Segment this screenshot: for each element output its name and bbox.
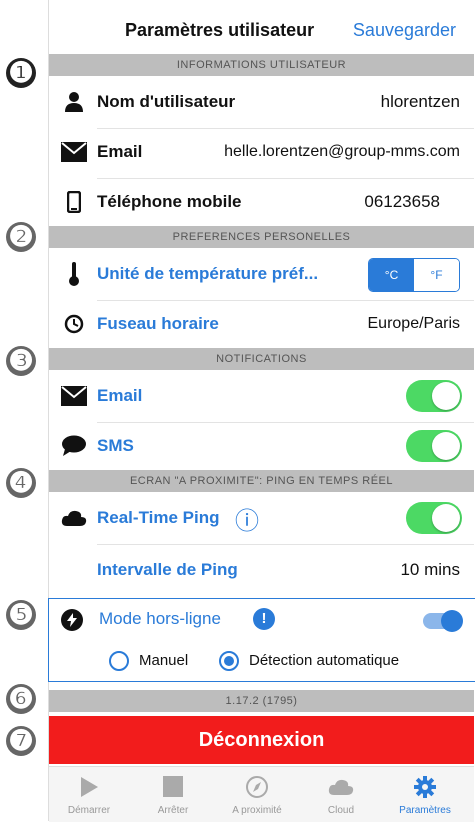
alert-icon: !	[253, 608, 275, 630]
ping-interval-value: 10 mins	[400, 560, 460, 579]
stop-icon	[163, 776, 183, 797]
gear-icon	[414, 776, 436, 798]
temperature-unit-segmented-control[interactable]: °C °F	[368, 258, 460, 292]
offline-mode-switch[interactable]	[423, 610, 463, 632]
badge-7: ❼	[6, 726, 36, 756]
badge-2-text: ❷	[8, 221, 34, 252]
auto-detect-radio-circle	[219, 651, 239, 671]
info-icon[interactable]: ⓘ	[235, 501, 259, 536]
notify-email-toggle[interactable]	[406, 380, 462, 412]
timezone-value: Europe/Paris	[367, 315, 461, 332]
offline-mode-label: Mode hors-ligne	[99, 609, 221, 628]
badge-1-text: ❶	[8, 57, 34, 88]
toggle-knob	[432, 432, 460, 460]
row-ping-interval[interactable]: Intervalle de Ping 10 mins	[49, 548, 474, 592]
manual-label: Manuel	[139, 652, 189, 669]
celsius-option[interactable]: °C	[369, 259, 414, 291]
timezone-label: Fuseau horaire	[97, 314, 219, 333]
row-username[interactable]: Nom d'utilisateur hlorentzen	[49, 80, 474, 124]
row-timezone[interactable]: Fuseau horaire Europe/Paris	[49, 302, 474, 346]
badge-2: ❷	[6, 222, 36, 252]
settings-panel: Paramètres utilisateur Sauvegarder INFOR…	[48, 0, 475, 822]
phone-label: Téléphone mobile	[97, 192, 242, 211]
badge-4: ❹	[6, 468, 36, 498]
section-notifications: NOTIFICATIONS	[49, 348, 474, 370]
auto-detect-label: Détection automatique	[249, 652, 400, 669]
logout-button[interactable]: Déconnexion	[49, 716, 474, 764]
offline-mode-box: Mode hors-ligne ! Manuel Détection autom…	[48, 598, 475, 682]
thermometer-icon	[61, 261, 87, 287]
divider	[97, 544, 474, 545]
fahrenheit-option[interactable]: °F	[414, 259, 459, 291]
tab-start-label: Démarrer	[67, 805, 111, 816]
realtime-ping-toggle[interactable]	[406, 502, 462, 534]
row-realtime-ping: Real-Time Ping ⓘ	[49, 496, 474, 540]
toggle-knob	[432, 504, 460, 532]
notify-sms-label: SMS	[97, 436, 134, 455]
divider	[97, 422, 474, 423]
manual-radio-circle	[109, 651, 129, 671]
realtime-ping-label: Real-Time Ping	[97, 508, 220, 527]
section-nearby-ping: ECRAN "A PROXIMITE": PING EN TEMPS RÉEL	[49, 470, 474, 492]
clock-icon	[61, 311, 87, 337]
tab-cloud-label: Cloud	[327, 805, 355, 816]
badge-5-text: ❺	[8, 599, 34, 630]
tab-settings-label: Paramètres	[399, 805, 451, 816]
row-notify-sms: SMS	[49, 424, 474, 468]
cloud-icon	[61, 505, 87, 531]
section-preferences: PREFERENCES PERSONELLES	[49, 226, 474, 248]
badge-4-text: ❹	[8, 467, 34, 498]
badge-6: ❻	[6, 684, 36, 714]
temperature-unit-label: Unité de température préf...	[97, 264, 319, 283]
envelope-icon	[61, 383, 87, 409]
save-button[interactable]: Sauvegarder	[353, 20, 456, 41]
badge-6-text: ❻	[8, 683, 34, 714]
tab-nearby[interactable]: A proximité	[217, 767, 297, 822]
phone-icon	[61, 189, 87, 215]
tab-nearby-label: A proximité	[232, 805, 282, 816]
play-icon	[81, 777, 98, 797]
tab-settings[interactable]: Paramètres	[385, 767, 465, 822]
divider	[97, 300, 474, 301]
cloud-icon	[328, 779, 354, 795]
phone-value: 06123658	[364, 192, 440, 211]
envelope-icon	[61, 139, 87, 165]
badge-1: ❶	[6, 58, 36, 88]
tab-stop-label: Arrêter	[157, 805, 189, 816]
email-value: helle.lorentzen@group-mms.com	[224, 143, 460, 160]
nav-header: Paramètres utilisateur Sauvegarder	[49, 14, 474, 48]
compass-icon	[246, 776, 268, 798]
ping-interval-label: Intervalle de Ping	[97, 560, 238, 579]
user-icon	[61, 89, 87, 115]
tab-bar: Démarrer Arrêter A proximité Cloud Param…	[49, 766, 474, 822]
notify-email-label: Email	[97, 386, 143, 405]
username-label: Nom d'utilisateur	[97, 92, 236, 111]
tab-start[interactable]: Démarrer	[49, 767, 129, 822]
section-user-info: INFORMATIONS UTILISATEUR	[49, 54, 474, 76]
speech-bubble-icon	[61, 433, 87, 459]
notify-sms-toggle[interactable]	[406, 430, 462, 462]
switch-knob	[441, 610, 463, 632]
version-bar: 1.17.2 (1795)	[49, 690, 474, 712]
divider	[97, 128, 474, 129]
username-value: hlorentzen	[380, 92, 460, 111]
row-temperature-unit: Unité de température préf... °C °F	[49, 252, 474, 296]
row-email[interactable]: Email helle.lorentzen@group-mms.com	[49, 130, 474, 174]
email-label: Email	[97, 142, 143, 161]
row-phone[interactable]: Téléphone mobile 06123658	[49, 180, 474, 224]
badge-3-text: ❸	[8, 345, 34, 376]
tab-stop[interactable]: Arrêter	[133, 767, 213, 822]
page-title: Paramètres utilisateur	[125, 20, 315, 40]
badge-3: ❸	[6, 346, 36, 376]
badge-7-text: ❼	[8, 725, 34, 756]
divider	[97, 178, 474, 179]
lightning-icon	[61, 609, 83, 631]
tab-cloud[interactable]: Cloud	[301, 767, 381, 822]
row-notify-email: Email	[49, 374, 474, 418]
toggle-knob	[432, 382, 460, 410]
badge-5: ❺	[6, 600, 36, 630]
